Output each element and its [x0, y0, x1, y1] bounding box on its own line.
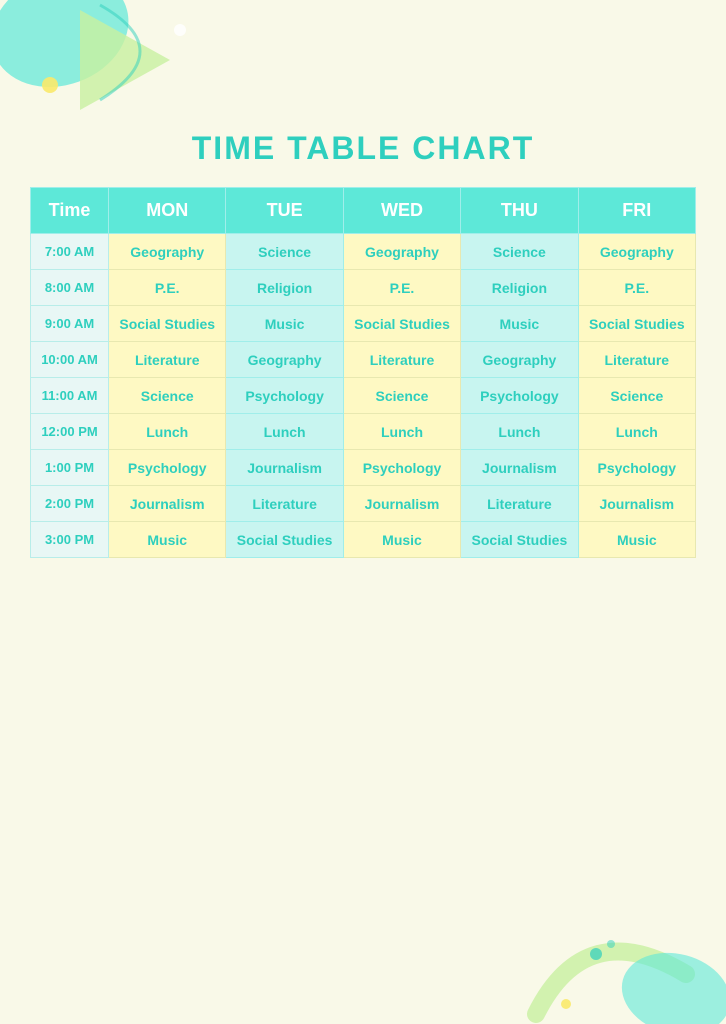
subject-cell: Religion [461, 270, 578, 306]
table-row: 11:00 AMSciencePsychologySciencePsycholo… [31, 378, 696, 414]
subject-cell: Literature [461, 486, 578, 522]
col-header-thu: THU [461, 188, 578, 234]
subject-cell: Geography [109, 234, 226, 270]
subject-cell: Geography [461, 342, 578, 378]
subject-cell: Lunch [461, 414, 578, 450]
subject-cell: Literature [343, 342, 460, 378]
subject-cell: Music [343, 522, 460, 558]
subject-cell: Science [461, 234, 578, 270]
time-cell: 10:00 AM [31, 342, 109, 378]
subject-cell: P.E. [578, 270, 695, 306]
subject-cell: Science [109, 378, 226, 414]
table-row: 1:00 PMPsychologyJournalismPsychologyJou… [31, 450, 696, 486]
time-cell: 11:00 AM [31, 378, 109, 414]
time-cell: 2:00 PM [31, 486, 109, 522]
subject-cell: Psychology [226, 378, 343, 414]
col-header-tue: TUE [226, 188, 343, 234]
subject-cell: Music [461, 306, 578, 342]
subject-cell: Geography [578, 234, 695, 270]
subject-cell: Social Studies [461, 522, 578, 558]
subject-cell: P.E. [343, 270, 460, 306]
subject-cell: Psychology [461, 378, 578, 414]
col-header-wed: WED [343, 188, 460, 234]
subject-cell: Journalism [343, 486, 460, 522]
subject-cell: Music [109, 522, 226, 558]
page-title: TIME TABLE CHART [30, 130, 696, 167]
table-row: 2:00 PMJournalismLiteratureJournalismLit… [31, 486, 696, 522]
subject-cell: Psychology [343, 450, 460, 486]
time-cell: 8:00 AM [31, 270, 109, 306]
subject-cell: Lunch [343, 414, 460, 450]
subject-cell: Science [226, 234, 343, 270]
table-row: 12:00 PMLunchLunchLunchLunchLunch [31, 414, 696, 450]
subject-cell: Literature [578, 342, 695, 378]
subject-cell: Lunch [226, 414, 343, 450]
col-header-time: Time [31, 188, 109, 234]
subject-cell: Lunch [109, 414, 226, 450]
subject-cell: Literature [226, 486, 343, 522]
subject-cell: Journalism [461, 450, 578, 486]
table-row: 7:00 AMGeographyScienceGeographyScienceG… [31, 234, 696, 270]
col-header-fri: FRI [578, 188, 695, 234]
subject-cell: Lunch [578, 414, 695, 450]
subject-cell: Literature [109, 342, 226, 378]
subject-cell: Geography [343, 234, 460, 270]
subject-cell: Journalism [226, 450, 343, 486]
subject-cell: Music [578, 522, 695, 558]
subject-cell: Social Studies [109, 306, 226, 342]
table-row: 10:00 AMLiteratureGeographyLiteratureGeo… [31, 342, 696, 378]
subject-cell: Science [343, 378, 460, 414]
subject-cell: Science [578, 378, 695, 414]
subject-cell: Religion [226, 270, 343, 306]
time-cell: 12:00 PM [31, 414, 109, 450]
col-header-mon: MON [109, 188, 226, 234]
time-cell: 3:00 PM [31, 522, 109, 558]
subject-cell: Journalism [109, 486, 226, 522]
table-row: 3:00 PMMusicSocial StudiesMusicSocial St… [31, 522, 696, 558]
subject-cell: Music [226, 306, 343, 342]
subject-cell: Social Studies [578, 306, 695, 342]
main-content: TIME TABLE CHART Time MON TUE WED THU FR… [0, 0, 726, 598]
subject-cell: Geography [226, 342, 343, 378]
subject-cell: Psychology [578, 450, 695, 486]
time-cell: 7:00 AM [31, 234, 109, 270]
timetable: Time MON TUE WED THU FRI 7:00 AMGeograph… [30, 187, 696, 558]
subject-cell: Psychology [109, 450, 226, 486]
header-row: Time MON TUE WED THU FRI [31, 188, 696, 234]
table-row: 8:00 AMP.E.ReligionP.E.ReligionP.E. [31, 270, 696, 306]
table-row: 9:00 AMSocial StudiesMusicSocial Studies… [31, 306, 696, 342]
subject-cell: P.E. [109, 270, 226, 306]
time-cell: 9:00 AM [31, 306, 109, 342]
subject-cell: Journalism [578, 486, 695, 522]
subject-cell: Social Studies [226, 522, 343, 558]
time-cell: 1:00 PM [31, 450, 109, 486]
subject-cell: Social Studies [343, 306, 460, 342]
